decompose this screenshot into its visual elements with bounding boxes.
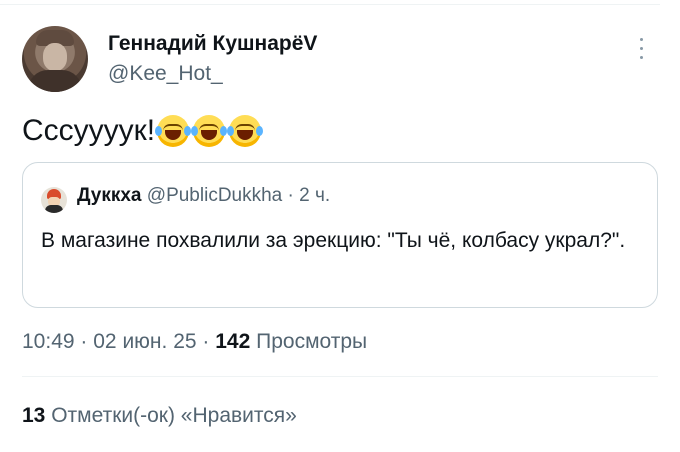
author-name[interactable]: Геннадий КушнарёV: [108, 32, 317, 56]
quoted-tweet-card[interactable]: Дуккха @PublicDukkha · 2 ч. В магазине п…: [22, 162, 658, 308]
quoted-tweet-header: Дуккха @PublicDukkha · 2 ч.: [77, 185, 330, 207]
quoted-tweet-text: В магазине похвалили за эрекцию: "Ты чё,…: [41, 229, 626, 252]
meta-separator: ·: [80, 330, 88, 353]
tears-of-joy-emoji-icon: [155, 115, 192, 147]
views-count: 142: [215, 330, 251, 353]
tweet-meta: 10:49 · 02 июн. 25 · 142 Просмотры: [22, 330, 367, 354]
more-dot: [639, 47, 643, 50]
quoted-author-name: Дуккха: [77, 185, 142, 206]
likes-count: 13: [22, 404, 46, 427]
tears-of-joy-emoji-icon: [227, 115, 264, 147]
more-dot: [639, 38, 643, 41]
tears-of-joy-emoji-icon: [191, 115, 228, 147]
more-dot: [639, 56, 643, 59]
quoted-author-avatar: [41, 187, 67, 213]
stats-divider: [22, 376, 658, 377]
quoted-time: 2 ч.: [299, 185, 331, 206]
tweet-text: Сссуууук!: [22, 114, 156, 147]
tweet-time[interactable]: 10:49: [22, 330, 75, 353]
avatar-face: [43, 43, 67, 71]
likes-label: Отметки(-ок) «Нравится»: [51, 404, 297, 427]
top-divider: [0, 4, 660, 5]
author-avatar[interactable]: [22, 26, 88, 92]
quoted-separator: ·: [287, 185, 294, 206]
views-label: Просмотры: [256, 330, 368, 353]
quoted-author-handle: @PublicDukkha: [146, 185, 283, 206]
likes-link[interactable]: 13 Отметки(-ок) «Нравится»: [22, 404, 297, 428]
q-avatar-body: [45, 205, 63, 213]
tweet-date[interactable]: 02 июн. 25: [93, 330, 196, 353]
meta-separator-2: ·: [202, 330, 210, 353]
tweet-body: Сссуууук!: [22, 114, 265, 148]
more-vertical-icon[interactable]: [638, 38, 644, 66]
author-handle[interactable]: @Kee_Hot_: [108, 62, 223, 86]
avatar-coat: [28, 70, 82, 92]
emoji-row: [155, 115, 265, 147]
